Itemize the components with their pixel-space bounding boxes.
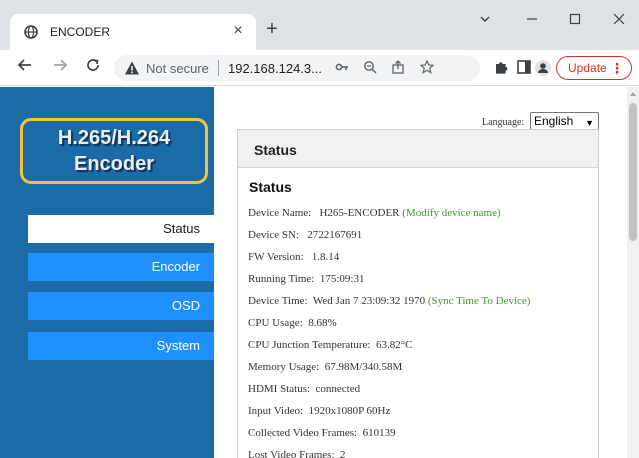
row-label: Input Video: (248, 405, 304, 417)
row-value: 2722167691 (307, 229, 363, 241)
row-value: 1.8.14 (311, 251, 340, 263)
minimize-button[interactable] (517, 8, 547, 32)
row-input-video: Input Video: 1920x1080P 60Hz (248, 405, 390, 417)
section-title: Status (249, 179, 292, 195)
row-label: Collected Video Frames: (248, 427, 358, 439)
row-device-time: Device Time: Wed Jan 7 23:09:32 1970 (Sy… (248, 295, 530, 307)
row-fw-version: FW Version: 1.8.14 (248, 251, 339, 263)
bookmark-star-icon[interactable] (419, 59, 435, 76)
sidebar-item-osd[interactable]: OSD (28, 292, 214, 320)
row-value: connected (315, 383, 361, 395)
forward-button[interactable] (49, 57, 71, 79)
language-label: Language: (482, 117, 525, 128)
logo-line-2: Encoder (73, 153, 155, 175)
row-value: 8.68% (308, 317, 337, 329)
reload-button[interactable] (82, 57, 104, 79)
globe-icon (24, 25, 38, 39)
row-cpu-temperature: CPU Junction Temperature: 63.82°C (248, 339, 412, 351)
row-label: Lost Video Frames: (248, 449, 335, 458)
row-collected-frames: Collected Video Frames: 610139 (248, 427, 396, 439)
modify-device-name-link[interactable]: (Modify device name) (402, 207, 500, 219)
side-panel-icon[interactable] (515, 59, 533, 77)
address-bar[interactable]: Not secure 192.168.124.3... (114, 55, 480, 81)
scroll-thumb[interactable] (629, 103, 637, 241)
row-label: HDMI Status: (248, 383, 311, 395)
address-separator (218, 60, 219, 76)
share-icon[interactable] (390, 60, 406, 76)
tab-search-icon[interactable] (470, 8, 500, 32)
browser-tab[interactable]: ENCODER × (10, 14, 256, 50)
tab-title: ENCODER (50, 25, 111, 39)
back-button[interactable] (14, 57, 36, 79)
new-tab-button[interactable]: + (262, 19, 282, 40)
row-label: Device Name: (248, 207, 312, 219)
update-label: Update (568, 61, 607, 75)
status-panel: Status Status Device Name: H265-ENCODER … (237, 129, 599, 458)
extensions-icon[interactable] (492, 59, 510, 77)
row-value: Wed Jan 7 23:09:32 1970 (312, 295, 426, 307)
update-button[interactable]: Update ⋮ (556, 56, 632, 80)
sidebar-item-status[interactable]: Status (28, 215, 214, 243)
row-value: 175:09:31 (319, 273, 365, 285)
sidebar: H.265/H.264 Encoder Status Encoder OSD S… (0, 87, 214, 458)
row-memory-usage: Memory Usage: 67.98M/340.58M (248, 361, 402, 373)
maximize-icon (569, 13, 581, 25)
panel-header: Status (238, 130, 598, 168)
row-value: H265-ENCODER (319, 207, 400, 219)
more-menu-icon[interactable]: ⋮ (610, 57, 624, 79)
close-icon (613, 13, 625, 25)
url-text[interactable]: 192.168.124.3... (228, 61, 322, 76)
zoom-icon[interactable] (362, 60, 378, 76)
row-label: Device SN: (248, 229, 300, 241)
arrow-left-icon (17, 59, 31, 71)
product-logo: H.265/H.264 Encoder (20, 118, 208, 184)
row-running-time: Running Time: 175:09:31 (248, 273, 364, 285)
key-icon[interactable] (334, 60, 350, 76)
row-value: 610139 (362, 427, 396, 439)
row-value: 2 (340, 449, 346, 458)
language-select[interactable]: English ▼ (530, 112, 599, 130)
scroll-up-arrow-icon[interactable] (630, 92, 636, 96)
row-label: Device Time: (248, 295, 308, 307)
row-hdmi-status: HDMI Status: connected (248, 383, 360, 395)
row-value: 1920x1080P 60Hz (308, 405, 391, 417)
row-cpu-usage: CPU Usage: 8.68% (248, 317, 337, 329)
sidebar-item-encoder[interactable]: Encoder (28, 253, 214, 281)
row-lost-frames: Lost Video Frames: 2 (248, 449, 346, 458)
row-label: FW Version: (248, 251, 304, 263)
tab-close-icon[interactable]: × (228, 21, 248, 41)
row-device-name: Device Name: H265-ENCODER (Modify device… (248, 207, 501, 219)
row-label: Running Time: (248, 273, 315, 285)
row-label: CPU Junction Temperature: (248, 339, 371, 351)
close-window-button[interactable] (604, 8, 634, 32)
row-label: CPU Usage: (248, 317, 303, 329)
profile-avatar-icon[interactable] (534, 59, 552, 77)
language-selected-value: English (534, 114, 574, 128)
arrow-right-icon (54, 59, 68, 71)
warning-icon[interactable] (124, 60, 140, 76)
row-label: Memory Usage: (248, 361, 320, 373)
sync-time-link[interactable]: (Sync Time To Device) (428, 295, 531, 307)
reload-icon (87, 59, 99, 71)
browser-toolbar: Not secure 192.168.124.3... Update ⋮ (0, 50, 639, 86)
row-device-sn: Device SN: 2722167691 (248, 229, 362, 241)
chevron-down-icon (480, 16, 490, 22)
page-scrollbar[interactable] (627, 87, 639, 458)
minimize-icon (527, 18, 537, 20)
logo-line-1: H.265/H.264 (57, 127, 171, 149)
row-value: 67.98M/340.58M (324, 361, 403, 373)
sidebar-item-system[interactable]: System (28, 332, 214, 360)
maximize-button[interactable] (560, 8, 590, 32)
security-status-label[interactable]: Not secure (146, 61, 209, 76)
web-page: H.265/H.264 Encoder Status Encoder OSD S… (0, 87, 639, 458)
browser-titlebar: ENCODER × + (0, 0, 639, 50)
row-value: 63.82°C (375, 339, 413, 351)
panel-header-title: Status (254, 142, 297, 158)
